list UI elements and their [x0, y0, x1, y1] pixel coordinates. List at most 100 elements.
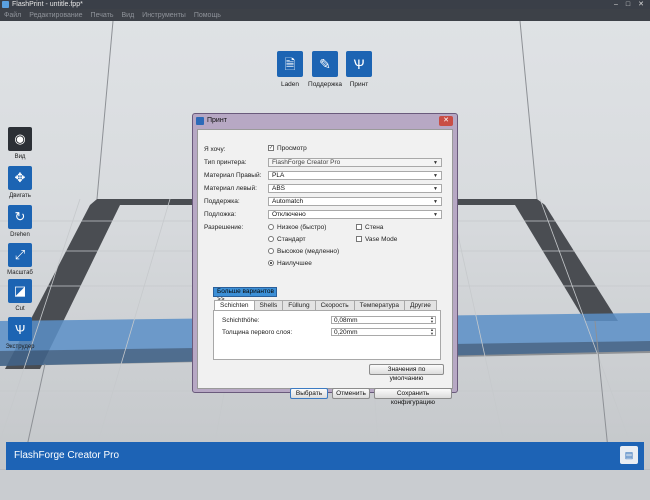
print-icon[interactable]: Ѱ [346, 51, 372, 77]
resolution-high[interactable]: Высокое (медленно) [268, 248, 339, 255]
toolbar-print-label: Принт [349, 81, 369, 88]
defaults-button[interactable]: Значения по умолчанию [369, 364, 444, 382]
material-left-value: ABS [272, 185, 286, 192]
menu-tools[interactable]: Инструменты [142, 12, 186, 19]
tool-cut-label: Cut [15, 306, 25, 312]
extruder-icon[interactable]: Ѱ [8, 317, 32, 341]
preview-option[interactable]: ✓ Просмотр [268, 145, 307, 152]
material-right-value: PLA [272, 172, 285, 179]
printer-type-value: FlashForge Creator Pro [272, 159, 341, 166]
first-layer-label: Толщина первого слоя: [222, 329, 293, 336]
save-config-button[interactable]: Сохранить конфигурацию [374, 388, 452, 406]
resolution-low[interactable]: Низкое (быстро) [268, 224, 326, 231]
tool-move[interactable]: ✥ Двигать [8, 166, 32, 199]
printer-bar: FlashForge Creator Pro ▤ [6, 442, 644, 470]
menu-print[interactable]: Печать [91, 12, 114, 19]
vase-checkbox[interactable] [356, 236, 362, 243]
menu-help[interactable]: Помощь [194, 12, 221, 19]
raft-value: Отключено [272, 211, 306, 218]
layer-height-spinbox[interactable]: 0,08mm ▲ ▼ [331, 316, 436, 324]
window-titlebar: FlashPrint - untitle.fpp* – □ ✕ [0, 0, 650, 9]
preview-checkbox[interactable]: ✓ [268, 145, 274, 152]
dialog-title: Принт [207, 117, 227, 124]
tool-rotate-label: Drehen [10, 232, 30, 238]
layer-height-value: 0,08mm [334, 317, 358, 324]
window-title: FlashPrint - untitle.fpp* [12, 1, 83, 8]
tool-scale-label: Масштаб [7, 270, 33, 276]
first-layer-value: 0,20mm [334, 329, 358, 336]
move-icon[interactable]: ✥ [8, 166, 32, 190]
menu-file[interactable]: Файл [4, 12, 21, 19]
chevron-down-icon: ▼ [433, 173, 438, 179]
vase-label: Vase Mode [365, 236, 398, 243]
dialog-titlebar: Принт ✕ [193, 114, 457, 128]
support-value: Automatch [272, 198, 304, 205]
print-dialog: Принт ✕ Я хочу: ✓ Просмотр Тип принтера: … [192, 113, 458, 406]
material-right-label: Материал Правый: [204, 172, 262, 179]
printer-type-select[interactable]: FlashForge Creator Pro ▼ [268, 158, 442, 167]
tool-extruder-label: Экструдер [5, 344, 35, 350]
wall-option[interactable]: Стена [356, 224, 383, 231]
menu-edit[interactable]: Редактирование [29, 12, 82, 19]
dialog-body: Я хочу: ✓ Просмотр Тип принтера: FlashFor… [197, 129, 453, 406]
resolution-low-label: Низкое (быстро) [277, 224, 327, 231]
menu-bar: Файл Редактирование Печать Вид Инструмен… [0, 9, 650, 21]
want-label: Я хочу: [204, 146, 226, 153]
spin-arrows-icon[interactable]: ▲ ▼ [430, 328, 434, 336]
tool-scale[interactable]: ⤢ Масштаб [7, 243, 33, 276]
tool-extruder[interactable]: Ѱ Экструдер [5, 317, 35, 350]
raft-label: Подложка: [204, 211, 237, 218]
resolution-label: Разрешение: [204, 224, 244, 231]
chevron-down-icon: ▼ [433, 212, 438, 218]
radio-best[interactable] [268, 260, 274, 267]
resolution-best[interactable]: Наилучшее [268, 260, 312, 267]
material-left-label: Материал левый: [204, 185, 257, 192]
wall-checkbox[interactable] [356, 224, 362, 231]
vase-option[interactable]: Vase Mode [356, 236, 397, 243]
printer-name: FlashForge Creator Pro [14, 450, 120, 461]
radio-standard[interactable] [268, 236, 274, 243]
chevron-down-icon: ▼ [433, 186, 438, 192]
close-window-icon[interactable]: ✕ [638, 0, 644, 9]
select-button[interactable]: Выбрать [290, 388, 328, 399]
chevron-down-icon: ▼ [433, 160, 438, 166]
save-icon[interactable]: ▤ [620, 446, 638, 464]
scale-icon[interactable]: ⤢ [8, 243, 32, 267]
toolbar-print[interactable]: Ѱ Принт [334, 51, 384, 88]
wall-label: Стена [365, 224, 384, 231]
close-icon[interactable]: ✕ [439, 116, 453, 126]
tool-view[interactable]: ◉ Вид [8, 127, 32, 160]
tool-rotate[interactable]: ↻ Drehen [8, 205, 32, 238]
cancel-button[interactable]: Отменить [332, 388, 370, 399]
printer-type-label: Тип принтера: [204, 159, 247, 166]
more-options-button[interactable]: Больше вариантов >> [213, 287, 277, 303]
raft-select[interactable]: Отключено ▼ [268, 210, 442, 219]
resolution-standard-label: Стандарт [277, 236, 306, 243]
radio-low[interactable] [268, 224, 274, 231]
minimize-icon[interactable]: – [614, 0, 618, 9]
dialog-app-icon [196, 117, 204, 125]
resolution-standard[interactable]: Стандарт [268, 236, 306, 243]
cut-icon[interactable]: ◪ [8, 279, 32, 303]
spin-arrows-icon[interactable]: ▲ ▼ [430, 316, 434, 324]
chevron-down-icon: ▼ [433, 199, 438, 205]
support-label: Поддержка: [204, 198, 240, 205]
tool-move-label: Двигать [9, 193, 31, 199]
menu-view[interactable]: Вид [121, 12, 134, 19]
material-right-select[interactable]: PLA ▼ [268, 171, 442, 180]
radio-high[interactable] [268, 248, 274, 255]
preview-label: Просмотр [277, 145, 307, 152]
app-icon [2, 1, 9, 8]
resolution-high-label: Высокое (медленно) [277, 248, 340, 255]
material-left-select[interactable]: ABS ▼ [268, 184, 442, 193]
tool-cut[interactable]: ◪ Cut [8, 279, 32, 312]
support-select[interactable]: Automatch ▼ [268, 197, 442, 206]
resolution-best-label: Наилучшее [277, 260, 312, 267]
eye-icon[interactable]: ◉ [8, 127, 32, 151]
layer-height-label: Schichthöhe: [222, 317, 260, 324]
rotate-icon[interactable]: ↻ [8, 205, 32, 229]
first-layer-spinbox[interactable]: 0,20mm ▲ ▼ [331, 328, 436, 336]
maximize-icon[interactable]: □ [626, 0, 630, 9]
status-bar [0, 470, 650, 500]
toolbar-load-label: Laden [280, 81, 300, 88]
